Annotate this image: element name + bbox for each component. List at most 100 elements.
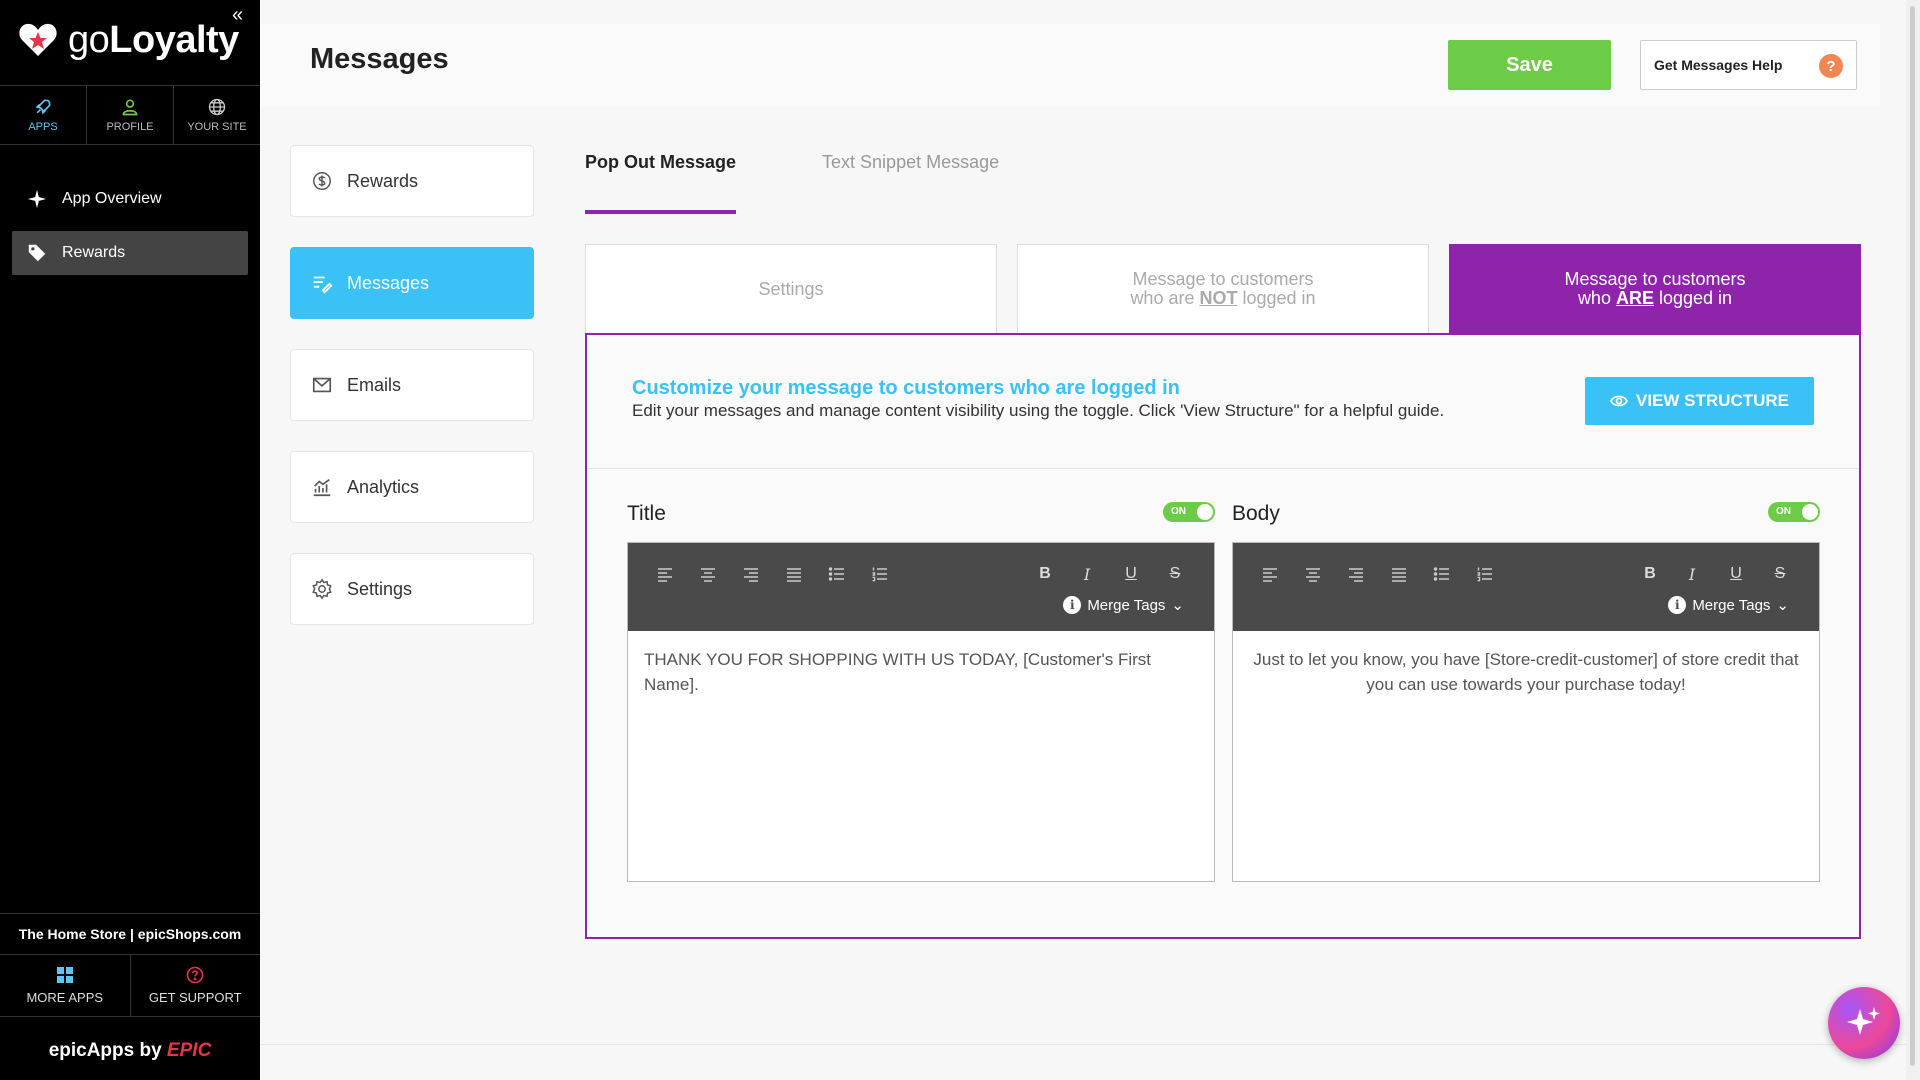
subnav-label: Settings	[347, 578, 413, 599]
sparkle-icon	[27, 189, 47, 209]
more-apps-button[interactable]: MORE APPS	[0, 955, 131, 1016]
panel-heading: Customize your message to customers who …	[632, 377, 1180, 399]
grid-icon	[56, 967, 73, 983]
scrollbar-thumb[interactable]	[1910, 6, 1915, 1066]
align-left-icon[interactable]	[654, 563, 676, 585]
golo-logo[interactable]: goLoyalty	[18, 18, 239, 62]
title-editor: B I U S i Merge Tags ⌄ THANK YOU FOR SHO…	[627, 542, 1215, 882]
powered-by: epicApps by EPIC	[0, 1040, 260, 1062]
gear-icon	[312, 578, 332, 600]
align-justify-icon[interactable]	[783, 563, 805, 585]
bold-button[interactable]: B	[1639, 563, 1661, 585]
body-editor: B I U S i Merge Tags ⌄ Just to let you k…	[1232, 542, 1820, 882]
topnav-profile[interactable]: PROFILE	[87, 86, 174, 144]
underline-button[interactable]: U	[1120, 563, 1142, 585]
info-icon: i	[1668, 596, 1687, 614]
main-area: Messages Save Get Messages Help ? Reward…	[260, 0, 1920, 1080]
epic-brand-logo: EPIC	[166, 1040, 212, 1061]
subtab-line1: Message to customers	[1564, 269, 1746, 289]
view-structure-button[interactable]: VIEW STRUCTURE	[1585, 377, 1814, 425]
panel-description: Edit your messages and manage content vi…	[632, 401, 1445, 420]
sidebar-item-label: App Overview	[62, 190, 162, 207]
header-bar	[260, 24, 1880, 106]
title-editor-content[interactable]: THANK YOU FOR SHOPPING WITH US TODAY, [C…	[628, 631, 1214, 713]
ai-assistant-button[interactable]	[1828, 987, 1900, 1059]
more-apps-label: MORE APPS	[26, 990, 104, 1005]
sidebar: goLoyalty « APPS PROFILE YOUR SITE App O…	[0, 0, 260, 1080]
merge-tags-label: Merge Tags	[1087, 596, 1166, 614]
body-visibility-toggle[interactable]: ON	[1768, 502, 1820, 522]
numbered-list-icon[interactable]	[1474, 563, 1496, 585]
subnav-emails[interactable]: Emails	[290, 349, 534, 421]
subnav-analytics[interactable]: Analytics	[290, 451, 534, 523]
subtab-logged-in[interactable]: Message to customers who ARE logged in	[1449, 244, 1861, 333]
section-nav: Rewards Messages Emails Analytics Settin…	[290, 145, 534, 655]
body-label: Body	[1232, 502, 1280, 525]
title-visibility-toggle[interactable]: ON	[1163, 502, 1215, 522]
topnav-your-site[interactable]: YOUR SITE	[174, 86, 260, 144]
subnav-label: Analytics	[347, 476, 420, 497]
mail-icon	[312, 377, 332, 393]
subtab-line2: who ARE logged in	[1577, 288, 1733, 308]
editor-toolbar: B I U S i Merge Tags ⌄	[1233, 543, 1819, 631]
sidebar-menu: App Overview Rewards	[12, 177, 248, 285]
subnav-settings[interactable]: Settings	[290, 553, 534, 625]
get-support-label: GET SUPPORT	[148, 990, 242, 1005]
italic-button[interactable]: I	[1681, 563, 1703, 585]
subnav-label: Messages	[347, 272, 430, 293]
title-label: Title	[627, 502, 666, 525]
subtab-line1: Message to customers	[1132, 269, 1314, 289]
page-title: Messages	[310, 43, 449, 75]
topnav-apps[interactable]: APPS	[0, 86, 87, 144]
subtab-settings[interactable]: Settings	[585, 244, 997, 333]
align-justify-icon[interactable]	[1388, 563, 1410, 585]
help-circle-icon	[186, 966, 204, 984]
globe-icon	[208, 98, 226, 116]
underline-button[interactable]: U	[1725, 563, 1747, 585]
align-right-icon[interactable]	[740, 563, 762, 585]
numbered-list-icon[interactable]	[869, 563, 891, 585]
sidebar-item-label: Rewards	[62, 244, 126, 261]
rocket-icon	[35, 99, 51, 115]
subtab-settings-label: Settings	[758, 278, 824, 299]
align-center-icon[interactable]	[1302, 563, 1324, 585]
user-icon	[122, 99, 138, 116]
logo-text: goLoyalty	[68, 18, 239, 61]
subtab-not-logged-in[interactable]: Message to customers who are NOT logged …	[1017, 244, 1429, 333]
bullet-list-icon[interactable]	[1431, 563, 1453, 585]
align-center-icon[interactable]	[697, 563, 719, 585]
align-right-icon[interactable]	[1345, 563, 1367, 585]
get-help-button[interactable]: Get Messages Help ?	[1640, 40, 1857, 90]
topnav-your-site-label: YOUR SITE	[187, 121, 247, 133]
sidebar-item-rewards[interactable]: Rewards	[12, 231, 248, 275]
merge-tags-dropdown[interactable]: i Merge Tags ⌄	[1063, 596, 1184, 614]
body-editor-content[interactable]: Just to let you know, you have [Store-cr…	[1233, 631, 1819, 713]
store-name: The Home Store | epicShops.com	[0, 913, 260, 955]
merge-tags-dropdown[interactable]: i Merge Tags ⌄	[1668, 596, 1789, 614]
subnav-rewards[interactable]: Rewards	[290, 145, 534, 217]
sidebar-item-app-overview[interactable]: App Overview	[12, 177, 248, 221]
subtab-line2: who are NOT logged in	[1130, 288, 1316, 308]
collapse-sidebar-icon[interactable]: «	[232, 4, 243, 27]
subnav-messages[interactable]: Messages	[290, 247, 534, 319]
audience-tabs: Settings Message to customers who are NO…	[585, 244, 1861, 333]
message-panel: Customize your message to customers who …	[585, 333, 1861, 939]
bullet-list-icon[interactable]	[826, 563, 848, 585]
sidebar-bottomnav: MORE APPS GET SUPPORT	[0, 955, 260, 1017]
chart-icon	[313, 478, 331, 497]
tag-icon	[28, 244, 46, 262]
strikethrough-button[interactable]: S	[1769, 563, 1791, 585]
page-scrollbar[interactable]	[1906, 0, 1920, 1080]
tab-text-snippet-message[interactable]: Text Snippet Message	[822, 140, 999, 214]
tab-pop-out-message[interactable]: Pop Out Message	[585, 140, 737, 214]
bold-button[interactable]: B	[1034, 563, 1056, 585]
align-left-icon[interactable]	[1259, 563, 1281, 585]
question-icon: ?	[1819, 54, 1843, 78]
italic-button[interactable]: I	[1076, 563, 1098, 585]
get-support-button[interactable]: GET SUPPORT	[131, 955, 261, 1016]
info-icon: i	[1063, 596, 1082, 614]
save-button[interactable]: Save	[1448, 40, 1611, 90]
subnav-label: Rewards	[347, 170, 419, 191]
editor-toolbar: B I U S i Merge Tags ⌄	[628, 543, 1214, 631]
strikethrough-button[interactable]: S	[1164, 563, 1186, 585]
